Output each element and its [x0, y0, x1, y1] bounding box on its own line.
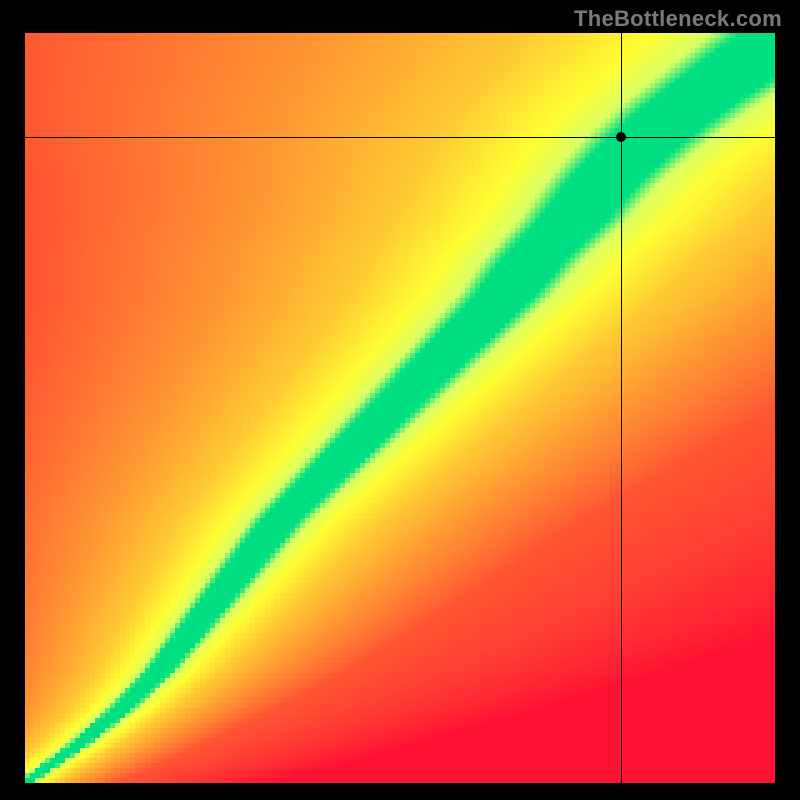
chart-stage: TheBottleneck.com: [0, 0, 800, 800]
selection-marker: [616, 132, 626, 142]
watermark-text: TheBottleneck.com: [574, 6, 782, 32]
bottleneck-heatmap: [25, 33, 775, 783]
crosshair-vertical: [621, 33, 622, 783]
crosshair-horizontal: [25, 137, 775, 138]
